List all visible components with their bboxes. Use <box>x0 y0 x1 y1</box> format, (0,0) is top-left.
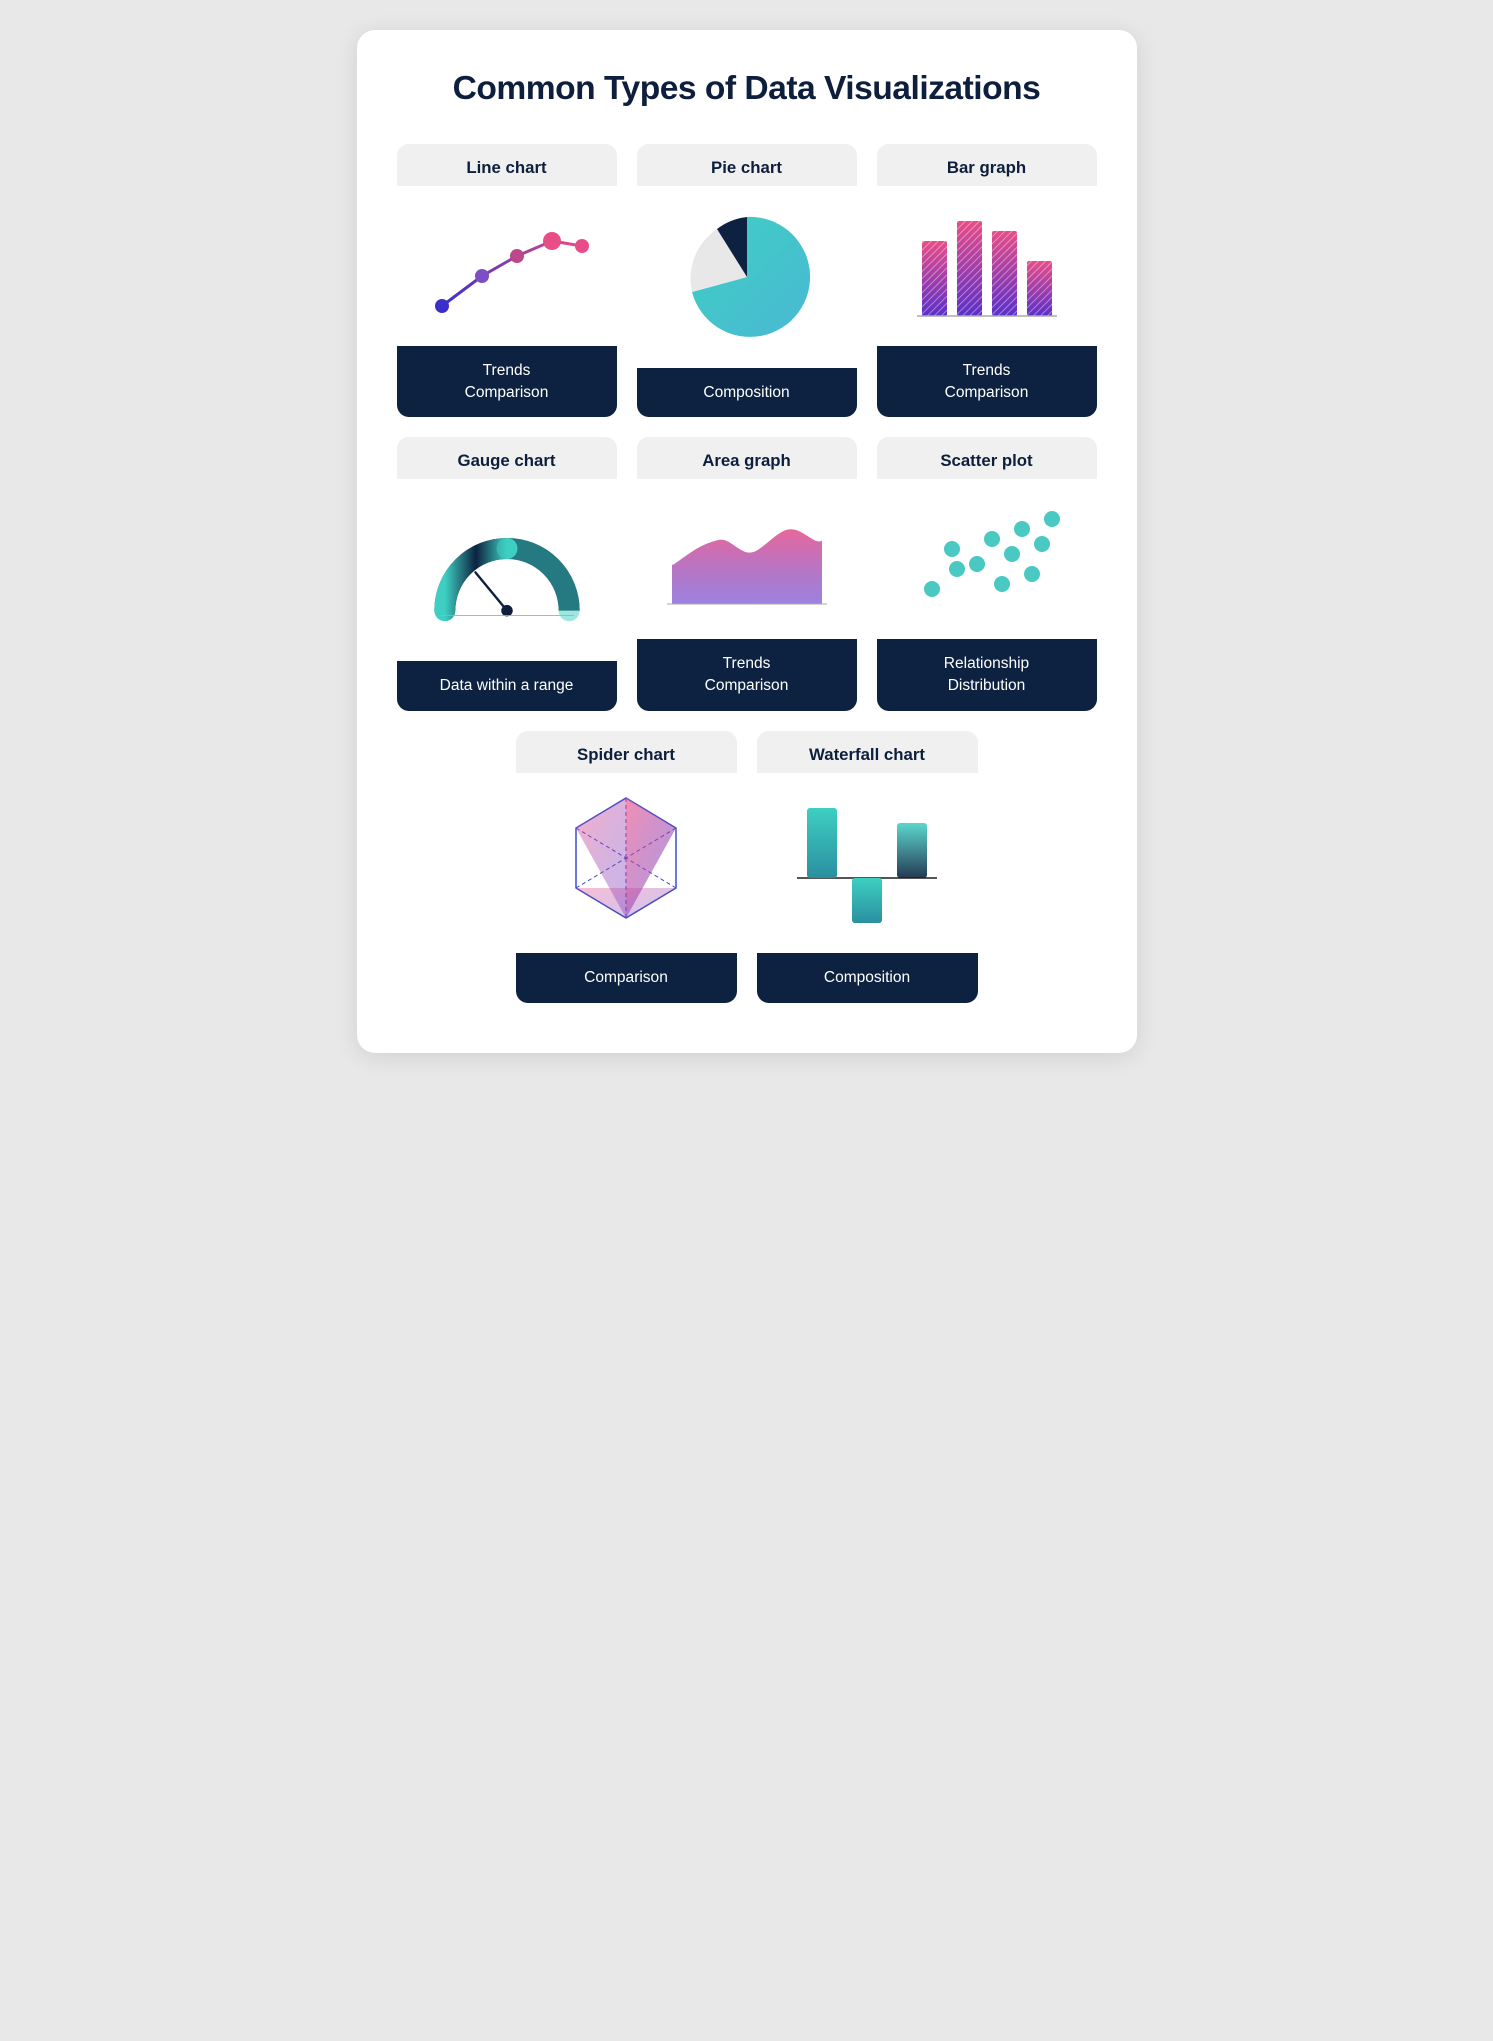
bar-graph-svg <box>907 201 1067 331</box>
area-graph-visual <box>637 479 857 639</box>
spider-chart-card: Spider chart <box>516 731 737 1003</box>
spider-chart-header: Spider chart <box>516 731 737 773</box>
line-chart-label: TrendsComparison <box>397 346 617 417</box>
scatter-plot-label: RelationshipDistribution <box>877 639 1097 710</box>
scatter-plot-card: Scatter plot RelationshipDistr <box>877 437 1097 710</box>
gauge-chart-header: Gauge chart <box>397 437 617 479</box>
line-chart-visual <box>397 186 617 346</box>
spider-svg <box>546 783 706 943</box>
waterfall-chart-header: Waterfall chart <box>757 731 978 773</box>
scatter-plot-visual <box>877 479 1097 639</box>
scatter-plot-header: Scatter plot <box>877 437 1097 479</box>
waterfall-chart-card: Waterfall chart <box>757 731 978 1003</box>
bar-graph-label: TrendsComparison <box>877 346 1097 417</box>
scatter-svg <box>902 494 1072 624</box>
page-title: Common Types of Data Visualizations <box>397 70 1097 108</box>
gauge-chart-visual <box>397 479 617 661</box>
gauge-chart-svg <box>422 515 592 625</box>
gauge-chart-label: Data within a range <box>397 661 617 711</box>
spider-chart-visual <box>516 773 737 953</box>
waterfall-chart-visual <box>757 773 978 953</box>
waterfall-chart-label: Composition <box>757 953 978 1003</box>
waterfall-svg <box>787 788 947 938</box>
area-graph-svg <box>662 494 832 624</box>
pie-chart-svg <box>677 207 817 347</box>
bar-graph-card: Bar graph <box>877 144 1097 417</box>
line-chart-card: Line chart <box>397 144 617 417</box>
bar-graph-visual <box>877 186 1097 346</box>
area-graph-label: TrendsComparison <box>637 639 857 710</box>
pie-chart-visual <box>637 186 857 368</box>
gauge-chart-card: Gauge chart <box>397 437 617 710</box>
pie-chart-label: Composition <box>637 368 857 418</box>
area-graph-header: Area graph <box>637 437 857 479</box>
pie-chart-card: Pie chart Composit <box>637 144 857 417</box>
spider-chart-label: Comparison <box>516 953 737 1003</box>
row1-grid: Line chart <box>397 144 1097 417</box>
row2-grid: Gauge chart <box>397 437 1097 710</box>
area-graph-card: Area graph TrendsC <box>637 437 857 710</box>
row3-grid: Spider chart <box>516 731 978 1003</box>
page-container: Common Types of Data Visualizations Line… <box>357 30 1137 1053</box>
bar-graph-header: Bar graph <box>877 144 1097 186</box>
pie-chart-header: Pie chart <box>637 144 857 186</box>
line-chart-header: Line chart <box>397 144 617 186</box>
line-chart-svg <box>422 201 592 331</box>
